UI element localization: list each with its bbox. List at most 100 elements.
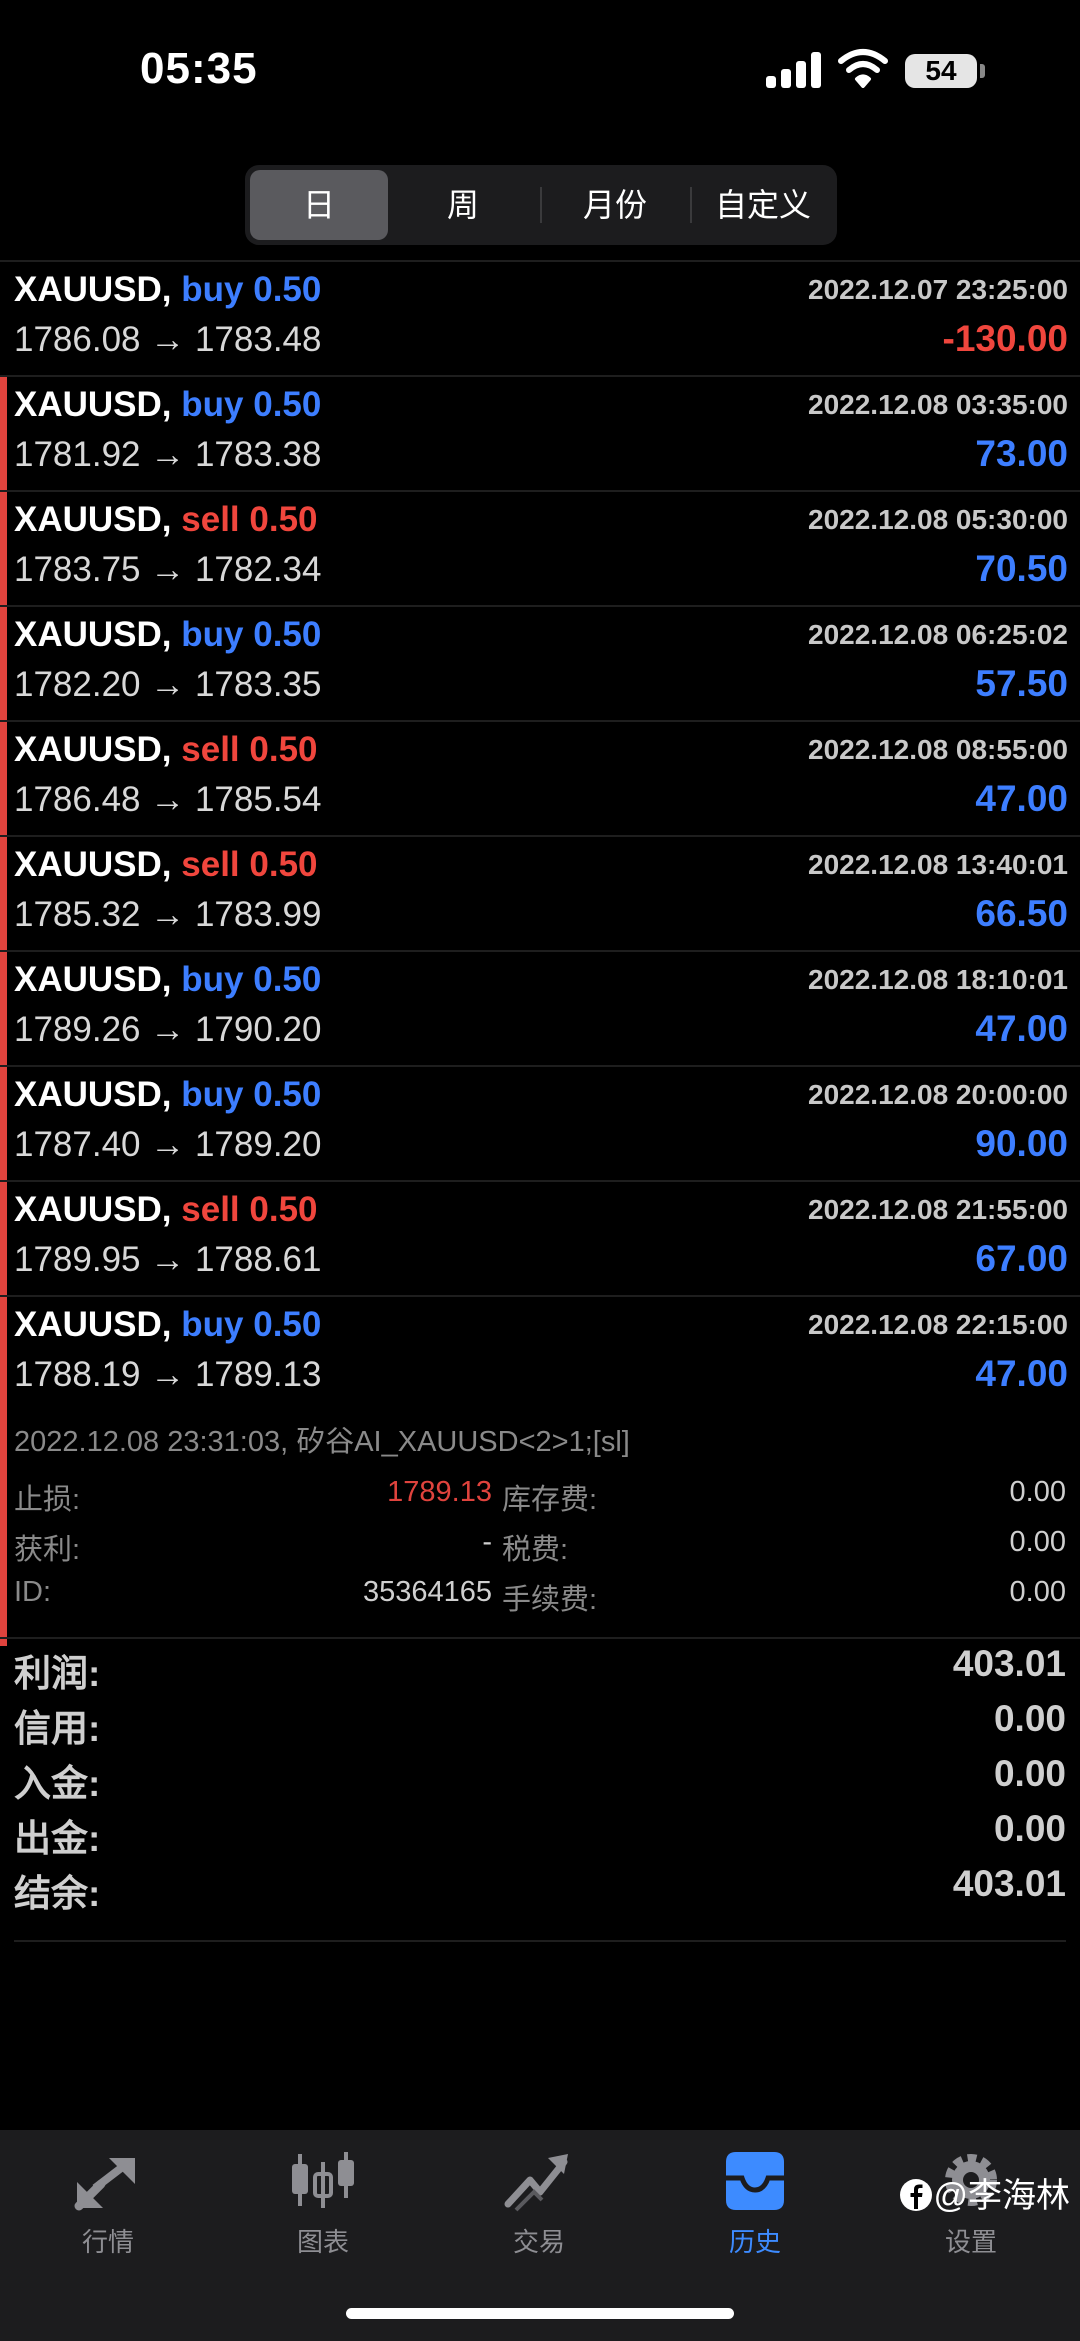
deal-profit: 47.00 [975, 1008, 1068, 1049]
deal-row[interactable]: XAUUSD, buy 0.50 1789.26 → 1790.20 2022.… [0, 950, 1080, 1065]
deal-title: XAUUSD, sell 0.50 [14, 1190, 318, 1230]
deal-profit: 67.00 [975, 1238, 1068, 1279]
deal-time: 2022.12.08 20:00:00 [808, 1079, 1068, 1110]
deal-row[interactable]: XAUUSD, sell 0.50 1783.75 → 1782.34 2022… [0, 490, 1080, 605]
deal-direction: sell [181, 845, 240, 884]
id-label: ID: [14, 1576, 52, 1608]
stop-loss-label: 止损: [14, 1484, 81, 1516]
deal-row[interactable]: XAUUSD, sell 0.50 1786.48 → 1785.54 2022… [0, 720, 1080, 835]
summary-row-profit: 利润: 403.01 [0, 1639, 1080, 1694]
deal-direction: buy [181, 385, 244, 424]
segment-month[interactable]: 月份 [545, 170, 685, 240]
deal-prices: 1789.26 → 1790.20 [14, 1010, 322, 1049]
tab-trade-label: 交易 [512, 2227, 565, 2257]
tax-value: 0.00 [1009, 1526, 1066, 1558]
summary-section: 利润: 403.01 信用: 0.00 入金: 0.00 出金: 0.00 结余… [0, 1637, 1080, 1914]
deal-symbol: XAUUSD, [14, 385, 172, 424]
deal-symbol: XAUUSD, [14, 270, 172, 309]
balance-label: 结余: [14, 1873, 101, 1914]
tab-trade[interactable]: 交易 [459, 2148, 619, 2259]
segment-week[interactable]: 周 [393, 170, 533, 240]
deal-time: 2022.12.07 23:25:00 [808, 274, 1068, 305]
summary-divider [14, 1940, 1066, 1942]
deal-time: 2022.12.08 18:10:01 [808, 964, 1068, 995]
deal-direction: buy [181, 615, 244, 654]
take-profit-label: 获利: [14, 1534, 81, 1566]
detail-row: 止损: 1789.13 库存费: 0.00 [14, 1476, 1066, 1520]
deal-row[interactable]: XAUUSD, sell 0.50 1785.32 → 1783.99 2022… [0, 835, 1080, 950]
tab-quotes[interactable]: 行情 [28, 2148, 188, 2259]
tax-label: 税费: [502, 1534, 569, 1566]
deal-row[interactable]: XAUUSD, buy 0.50 1781.92 → 1783.38 2022.… [0, 375, 1080, 490]
deal-volume: 0.50 [253, 960, 322, 999]
battery-tip [980, 64, 985, 78]
deal-time: 2022.12.08 08:55:00 [808, 734, 1068, 765]
take-profit-value: - [482, 1526, 492, 1558]
swap-value: 0.00 [1009, 1476, 1066, 1508]
deal-row[interactable]: XAUUSD, sell 0.50 1789.95 → 1788.61 2022… [0, 1180, 1080, 1295]
deal-prices: 1781.92 → 1783.38 [14, 435, 322, 474]
deal-prices: 1783.75 → 1782.34 [14, 550, 322, 589]
tab-history-label: 历史 [728, 2227, 781, 2257]
deal-symbol: XAUUSD, [14, 1075, 172, 1114]
history-inbox-icon [726, 2152, 784, 2210]
deal-prices: 1782.20 → 1783.35 [14, 665, 322, 704]
deal-row[interactable]: XAUUSD, buy 0.50 1782.20 → 1783.35 2022.… [0, 605, 1080, 720]
tab-settings-label: 设置 [944, 2227, 997, 2257]
tab-history[interactable]: 历史 [675, 2148, 835, 2259]
deposit-value: 0.00 [993, 1753, 1066, 1794]
deal-symbol: XAUUSD, [14, 960, 172, 999]
deal-title: XAUUSD, sell 0.50 [14, 845, 318, 885]
credit-value: 0.00 [993, 1698, 1066, 1739]
deal-direction: buy [181, 1305, 244, 1344]
deal-time: 2022.12.08 05:30:00 [808, 504, 1068, 535]
quotes-arrows-icon [74, 2158, 135, 2211]
deal-row[interactable]: XAUUSD, buy 0.50 1786.08 → 1783.48 2022.… [0, 260, 1080, 375]
battery-icon: 54 [905, 54, 977, 88]
tab-chart[interactable]: 图表 [243, 2148, 403, 2259]
watermark: @李海林 [899, 2168, 1070, 2217]
deal-title: XAUUSD, sell 0.50 [14, 730, 318, 770]
deals-list: XAUUSD, buy 0.50 1786.08 → 1783.48 2022.… [0, 260, 1080, 1646]
deal-symbol: XAUUSD, [14, 615, 172, 654]
deal-row[interactable]: XAUUSD, buy 0.50 1787.40 → 1789.20 2022.… [0, 1065, 1080, 1180]
facebook-icon [900, 2179, 933, 2211]
detail-row: ID: 35364165 手续费: 0.00 [14, 1576, 1066, 1620]
deal-prices: 1787.40 → 1789.20 [14, 1125, 322, 1164]
deal-profit: 47.00 [975, 778, 1068, 819]
deal-profit: -130.00 [942, 318, 1069, 359]
segment-day[interactable]: 日 [250, 170, 388, 240]
deal-detail-panel: 2022.12.08 23:31:03, 矽谷AI_XAUUSD<2>1;[sl… [0, 1297, 1080, 1646]
deal-prices: 1786.48 → 1785.54 [14, 780, 322, 819]
deal-profit: 47.00 [975, 1353, 1068, 1394]
commission-value: 0.00 [1009, 1576, 1066, 1608]
id-value: 35364165 [362, 1576, 492, 1608]
withdrawal-label: 出金: [14, 1818, 101, 1859]
deal-profit: 66.50 [975, 893, 1068, 934]
detail-row: 获利: - 税费: 0.00 [14, 1526, 1066, 1570]
deal-direction: sell [181, 730, 240, 769]
segment-custom[interactable]: 自定义 [693, 170, 833, 240]
deal-profit: 73.00 [975, 433, 1068, 474]
balance-value: 403.01 [952, 1863, 1066, 1904]
deal-volume: 0.50 [253, 1305, 322, 1344]
withdrawal-value: 0.00 [993, 1808, 1066, 1849]
deal-symbol: XAUUSD, [14, 730, 172, 769]
swap-label: 库存费: [502, 1484, 598, 1516]
status-time: 05:35 [140, 44, 258, 93]
deal-time: 2022.12.08 21:55:00 [808, 1194, 1068, 1225]
deal-direction: buy [181, 270, 244, 309]
deal-title: XAUUSD, buy 0.50 [14, 615, 321, 655]
deal-row-expanded[interactable]: XAUUSD, buy 0.50 1788.19 → 1789.13 2022.… [0, 1295, 1080, 1410]
home-indicator[interactable] [346, 2308, 734, 2319]
deal-prices: 1785.32 → 1783.99 [14, 895, 322, 934]
deal-title: XAUUSD, buy 0.50 [14, 385, 321, 425]
deal-title: XAUUSD, buy 0.50 [14, 270, 321, 310]
segment-divider [540, 187, 542, 223]
deal-time: 2022.12.08 13:40:01 [808, 849, 1068, 880]
summary-row-balance: 结余: 403.01 [0, 1859, 1080, 1914]
deal-time: 2022.12.08 03:35:00 [808, 389, 1068, 420]
deal-profit: 90.00 [975, 1123, 1068, 1164]
stop-loss-value: 1789.13 [387, 1476, 492, 1508]
deal-title: XAUUSD, buy 0.50 [14, 960, 321, 1000]
